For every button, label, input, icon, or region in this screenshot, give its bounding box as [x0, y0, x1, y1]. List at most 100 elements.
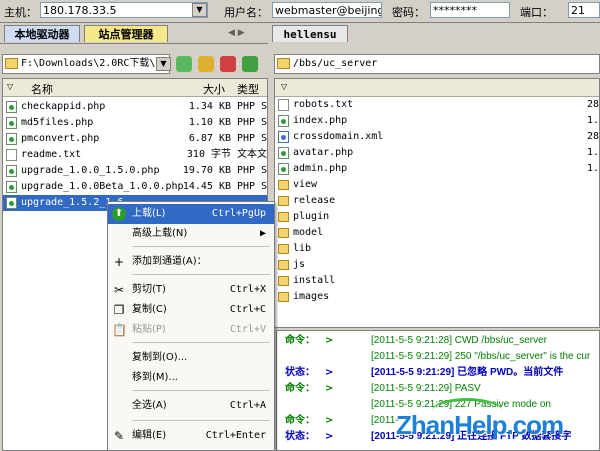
tab-scroll-arrows[interactable]: ◀ ▶: [228, 28, 245, 38]
file-name: robots.txt: [293, 99, 354, 110]
host-dropdown-button[interactable]: ▼: [192, 3, 207, 17]
connection-bar: 主机： 180.178.33.5 ▼ 用户名： webmaster@beijin…: [0, 0, 600, 23]
table-row[interactable]: crossdomain.xml 280: [275, 129, 599, 145]
file-name: checkappid.php: [21, 101, 106, 112]
menu-item[interactable]: + 添加到通道(A)：: [108, 252, 274, 272]
column-size[interactable]: 大小: [203, 81, 225, 97]
file-size: 28: [587, 99, 600, 110]
table-row[interactable]: model: [275, 225, 599, 241]
table-row[interactable]: js: [275, 257, 599, 273]
port-input[interactable]: 21: [568, 2, 600, 18]
log-message: [2011-5-5 9:21:28] CWD /bbs/uc_server: [371, 335, 548, 346]
folder-icon: [278, 228, 289, 238]
log-message: [2011-5-5 9:21:29] 已忽略 PWD。当前文件: [371, 367, 564, 378]
menu-item-shortcut: Ctrl+V: [229, 324, 266, 335]
menu-item-label: 粘贴(P): [132, 324, 166, 335]
folder-icon: [278, 196, 289, 206]
refresh-icon[interactable]: [198, 56, 214, 72]
log-message: [2011-5-5 9:21:29] 250 "/bbs/uc_server" …: [371, 351, 591, 362]
menu-separator: [132, 274, 270, 275]
menu-item[interactable]: ✂ 剪切(T) Ctrl+X: [108, 280, 274, 300]
tab-site-manager[interactable]: 站点管理器: [84, 25, 168, 42]
sort-arrow-icon[interactable]: ▽: [281, 82, 287, 91]
log-message: [2011-: [371, 415, 399, 426]
menu-item-shortcut: ▶: [259, 228, 266, 239]
file-size: 310 字节: [186, 149, 231, 160]
menu-item-label: 复制到(O)...: [132, 352, 188, 363]
menu-item-shortcut: Ctrl+Enter: [205, 430, 266, 441]
log-line: 命令： > [2011-5-5 9:21:29] PASV: [281, 381, 599, 397]
password-input[interactable]: ********: [430, 2, 510, 18]
folder-icon: [5, 58, 18, 69]
table-row[interactable]: checkappid.php 1.34 KB PHP S: [3, 99, 267, 115]
table-row[interactable]: release: [275, 193, 599, 209]
file-type: PHP S: [237, 117, 268, 128]
php-file-icon: [6, 165, 17, 177]
file-name: model: [293, 227, 324, 238]
table-row[interactable]: lib: [275, 241, 599, 257]
file-name: admin.php: [293, 163, 348, 174]
local-path-field[interactable]: F:\Downloads\2.0RC下载\U: [2, 54, 170, 74]
file-name: plugin: [293, 211, 330, 222]
log-arrow: >: [325, 415, 334, 426]
table-row[interactable]: upgrade_1.0.0Beta_1.0.0.php 14.45 KB PHP S: [3, 179, 267, 195]
go-up-icon[interactable]: [176, 56, 192, 72]
delete-icon[interactable]: [220, 56, 236, 72]
menu-item[interactable]: ✎ 编辑(E) Ctrl+Enter: [108, 426, 274, 446]
log-line: [2011-5-5 9:21:29] 250 "/bbs/uc_server" …: [281, 349, 599, 365]
column-type[interactable]: 类型: [237, 81, 259, 97]
table-row[interactable]: plugin: [275, 209, 599, 225]
table-row[interactable]: robots.txt 28: [275, 97, 599, 113]
folder-icon: [277, 58, 290, 69]
menu-item-label: 上载(L): [132, 208, 166, 219]
menu-item[interactable]: 高级上载(N) ▶: [108, 224, 274, 244]
table-row[interactable]: readme.txt 310 字节 文本文: [3, 147, 267, 163]
menu-item-shortcut: Ctrl+A: [229, 400, 266, 411]
menu-item[interactable]: 复制到(O)...: [108, 348, 274, 368]
menu-item-label: 复制(C): [132, 304, 167, 315]
file-type: PHP S: [237, 181, 268, 192]
menu-separator: [132, 246, 270, 247]
tab-divider: [0, 43, 268, 44]
table-row[interactable]: md5files.php 1.10 KB PHP S: [3, 115, 267, 131]
menu-item[interactable]: 全选(A) Ctrl+A: [108, 396, 274, 416]
remote-path-field[interactable]: /bbs/uc_server: [274, 54, 600, 74]
file-type: PHP S: [237, 165, 268, 176]
file-name: upgrade_1.0.0Beta_1.0.0.php: [21, 181, 184, 192]
table-row[interactable]: avatar.php 1.: [275, 145, 599, 161]
column-name[interactable]: 名称: [31, 81, 53, 97]
sort-arrow-icon[interactable]: ▽: [7, 82, 13, 91]
menu-item[interactable]: ❐ 复制(C) Ctrl+C: [108, 300, 274, 320]
tab-remote-hellensu[interactable]: hellensu: [272, 25, 348, 42]
file-name: upgrade_1.0.0_1.5.0.php: [21, 165, 160, 176]
file-name: release: [293, 195, 336, 206]
table-row[interactable]: upgrade_1.0.0_1.5.0.php 19.70 KB PHP S: [3, 163, 267, 179]
menu-item-label: 添加到通道(A)：: [132, 256, 207, 267]
upload-arrow-icon: ⬆: [112, 207, 126, 221]
file-name: lib: [293, 243, 312, 254]
tab-local-drive[interactable]: 本地驱动器: [4, 25, 80, 42]
file-type: 文本文: [237, 149, 267, 160]
log-kind: 命令：: [285, 415, 315, 426]
user-label: 用户名：: [224, 6, 268, 19]
text-file-icon: [6, 149, 17, 161]
table-row[interactable]: install: [275, 273, 599, 289]
file-size: 19.70 KB: [182, 165, 231, 176]
new-folder-icon[interactable]: [242, 56, 258, 72]
log-message: [2011-5-5 9:21:29] PASV: [371, 383, 481, 394]
table-row[interactable]: index.php 1.: [275, 113, 599, 129]
file-size: 1.: [587, 115, 600, 126]
table-row[interactable]: pmconvert.php 6.87 KB PHP S: [3, 131, 267, 147]
table-row[interactable]: admin.php 1.: [275, 161, 599, 177]
log-kind: 状态：: [285, 367, 315, 378]
table-row[interactable]: view: [275, 177, 599, 193]
local-path-dropdown[interactable]: ▼: [156, 57, 171, 71]
menu-item[interactable]: 移到(M)...: [108, 368, 274, 388]
host-input[interactable]: 180.178.33.5: [40, 2, 208, 18]
menu-item[interactable]: ⬆ 上载(L) Ctrl+PgUp: [108, 204, 274, 224]
scissors-icon: ✂: [113, 283, 125, 297]
user-input[interactable]: webmaster@beijingn: [272, 2, 382, 18]
text-file-icon: [278, 99, 289, 111]
menu-item-shortcut: Ctrl+PgUp: [211, 208, 266, 219]
table-row[interactable]: images: [275, 289, 599, 305]
